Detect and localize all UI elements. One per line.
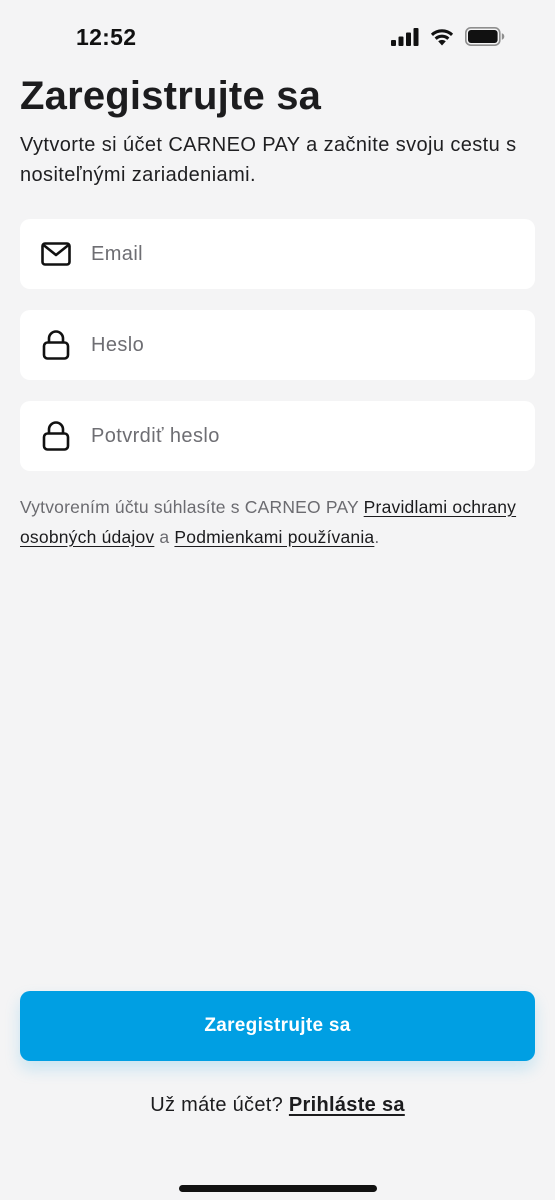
login-prompt: Už máte účet? Prihláste sa — [0, 1094, 555, 1117]
page-subtitle: Vytvorte si účet CARNEO PAY a začnite sv… — [20, 134, 517, 186]
email-field[interactable] — [20, 219, 535, 289]
login-prompt-text: Už máte účet? — [150, 1094, 289, 1116]
terms-text: Vytvorením účtu súhlasíte s CARNEO PAY P… — [20, 492, 540, 552]
lock-icon — [40, 329, 72, 361]
status-icons — [391, 27, 505, 46]
register-screen: 12:52 Zaregistrujte sa Vytvorte si účet … — [0, 0, 555, 1200]
battery-icon — [465, 27, 505, 46]
password-field[interactable] — [20, 310, 535, 380]
terms-conjunction: a — [154, 527, 175, 547]
confirm-password-input[interactable] — [91, 401, 519, 471]
password-input[interactable] — [91, 310, 519, 380]
home-indicator[interactable] — [179, 1185, 377, 1192]
page-title: Zaregistrujte sa — [20, 74, 322, 118]
status-time: 12:52 — [76, 24, 137, 50]
terms-suffix: . — [374, 527, 380, 547]
terms-prefix: Vytvorením účtu súhlasíte s CARNEO PAY — [20, 497, 364, 517]
signal-icon — [391, 27, 419, 46]
email-input[interactable] — [91, 219, 519, 289]
register-button[interactable]: Zaregistrujte sa — [20, 991, 535, 1061]
lock-icon — [40, 420, 72, 452]
confirm-password-field[interactable] — [20, 401, 535, 471]
mail-icon — [40, 238, 72, 270]
wifi-icon — [429, 27, 455, 46]
status-bar: 12:52 — [0, 0, 555, 78]
login-link[interactable]: Prihláste sa — [289, 1094, 405, 1116]
terms-of-use-link[interactable]: Podmienkami používania — [174, 527, 374, 547]
